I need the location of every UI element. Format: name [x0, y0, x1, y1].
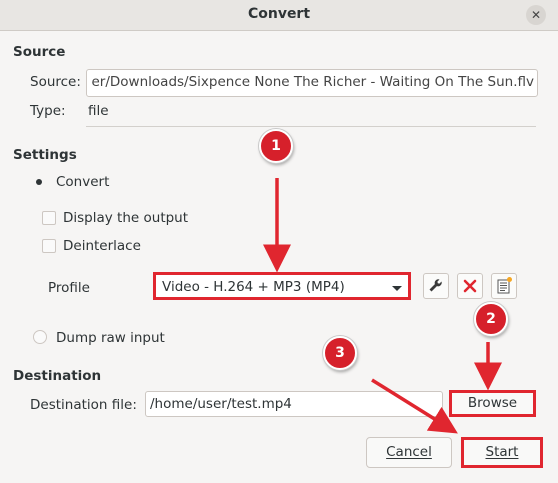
step-badge-3: 3: [323, 336, 357, 370]
arrow-3: [371, 378, 458, 434]
step-badge-2: 2: [474, 302, 508, 336]
step-badge-1: 1: [259, 129, 293, 163]
annotation-arrows: [263, 178, 502, 434]
